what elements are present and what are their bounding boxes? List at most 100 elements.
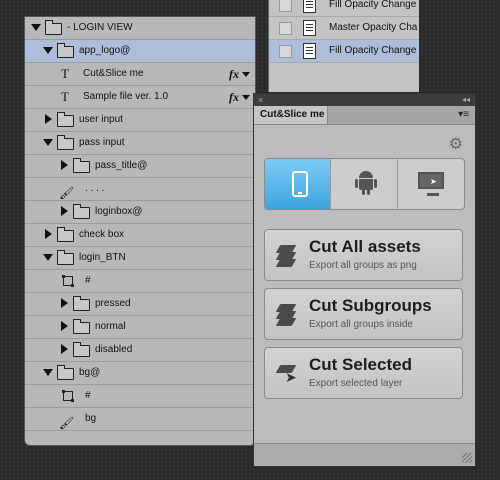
brush-icon: 🖌 [59, 416, 75, 430]
cut-slice-panel: × ◂◂ Cut&Slice me ▾≡ ⚙ ➤ Cut All assets … [253, 93, 476, 467]
folder-icon [73, 342, 90, 357]
layer-label: bg@ [79, 367, 101, 378]
layer-label: Cut&Slice me [83, 68, 144, 79]
expand-arrow-icon[interactable] [43, 47, 53, 54]
folder-icon [57, 365, 74, 380]
folder-icon [73, 158, 90, 173]
history-checkbox[interactable] [279, 45, 292, 58]
panel-menu-icon[interactable]: ▾≡ [458, 109, 469, 120]
history-checkbox[interactable] [279, 0, 292, 12]
document-icon [303, 43, 316, 59]
slice-icon [62, 275, 74, 287]
layer-group-login-view[interactable]: - LOGIN VIEW [25, 17, 255, 40]
fx-dropdown-icon[interactable] [242, 95, 250, 100]
expand-arrow-icon[interactable] [61, 298, 68, 308]
folder-icon [73, 296, 90, 311]
cut-button-title: Cut Selected [309, 355, 412, 374]
expand-arrow-icon[interactable] [43, 369, 53, 376]
text-layer-icon: T [61, 89, 69, 104]
cut-all-assets-button[interactable]: Cut All assets Export all groups as png [264, 229, 463, 281]
cut-subgroups-button[interactable]: Cut Subgroups Export all groups inside [264, 288, 463, 340]
platform-android-button[interactable] [331, 159, 398, 209]
gear-icon[interactable]: ⚙ [449, 134, 463, 154]
cut-button-subtitle: Export all groups inside [309, 319, 413, 330]
cut-button-title: Cut All assets [309, 237, 421, 256]
cut-button-title: Cut Subgroups [309, 296, 432, 315]
expand-arrow-icon[interactable] [61, 160, 68, 170]
layer-group-login-btn[interactable]: login_BTN [25, 247, 255, 270]
layer-group-bg[interactable]: bg@ [25, 362, 255, 385]
platform-selector: ➤ [264, 158, 465, 210]
folder-icon [57, 250, 74, 265]
history-label: Fill Opacity Change [329, 45, 417, 56]
layer-shape-dots[interactable]: 🖌 . . . . [25, 178, 255, 201]
collapse-icon[interactable]: ◂◂ [462, 94, 470, 106]
layer-label: check box [79, 229, 125, 240]
layer-group-check-box[interactable]: check box [25, 224, 255, 247]
monitor-icon: ➤ [418, 172, 444, 196]
layer-group-pressed[interactable]: pressed [25, 293, 255, 316]
layer-label: # [85, 275, 91, 286]
folder-icon [57, 135, 74, 150]
folder-icon [57, 43, 74, 58]
tab-cut-slice-me[interactable]: Cut&Slice me [254, 106, 328, 124]
layer-label: disabled [95, 344, 133, 355]
cut-selected-button[interactable]: ➤ Cut Selected Export selected layer [264, 347, 463, 399]
layer-label: Sample file ver. 1.0 [83, 91, 169, 102]
layer-label: login_BTN [79, 252, 126, 263]
layer-label: app_logo@ [79, 45, 131, 56]
layer-group-pass-title[interactable]: pass_title@ [25, 155, 255, 178]
layer-label: # [85, 390, 91, 401]
layer-group-disabled[interactable]: disabled [25, 339, 255, 362]
folder-icon [45, 20, 62, 35]
expand-arrow-icon[interactable] [45, 229, 52, 239]
expand-arrow-icon[interactable] [43, 254, 53, 261]
fx-dropdown-icon[interactable] [242, 72, 250, 77]
layers-stack-icon [275, 302, 299, 326]
layer-group-loginbox[interactable]: loginbox@ [25, 201, 255, 224]
layer-text-sample[interactable]: T Sample file ver. 1.0 fx [25, 86, 255, 109]
expand-arrow-icon[interactable] [61, 344, 68, 354]
platform-ios-button[interactable] [265, 159, 331, 209]
layer-group-user-input[interactable]: user input [25, 109, 255, 132]
panel-title-bar[interactable]: × ◂◂ [254, 94, 475, 106]
history-row[interactable]: Fill Opacity Change [269, 0, 419, 17]
expand-arrow-icon[interactable] [31, 24, 41, 31]
history-row[interactable]: Master Opacity Cha [269, 17, 419, 40]
android-icon [355, 171, 377, 195]
layer-shape-bg[interactable]: 🖌 bg [25, 408, 255, 431]
layer-text-cut-slice[interactable]: T Cut&Slice me fx [25, 63, 255, 86]
expand-arrow-icon[interactable] [43, 139, 53, 146]
history-row[interactable]: Fill Opacity Change [269, 40, 419, 63]
layer-label: pass_title@ [95, 160, 148, 171]
layer-slice-hash[interactable]: # [25, 270, 255, 293]
layers-panel: - LOGIN VIEW app_logo@ T Cut&Slice me fx… [24, 16, 256, 446]
folder-icon [57, 227, 74, 242]
folder-icon [73, 319, 90, 334]
layer-group-normal[interactable]: normal [25, 316, 255, 339]
text-layer-icon: T [61, 66, 69, 81]
resize-grip-icon[interactable] [462, 453, 472, 463]
phone-icon [292, 171, 308, 197]
history-panel: Fill Opacity Change Master Opacity Cha F… [268, 0, 419, 92]
expand-arrow-icon[interactable] [45, 114, 52, 124]
layer-group-app-logo[interactable]: app_logo@ [25, 40, 255, 63]
platform-desktop-button[interactable]: ➤ [398, 159, 464, 209]
panel-footer [254, 443, 475, 466]
slice-icon [62, 390, 74, 402]
selected-layer-cursor-icon: ➤ [275, 361, 299, 385]
layer-group-pass-input[interactable]: pass input [25, 132, 255, 155]
folder-icon [57, 112, 74, 127]
cut-button-subtitle: Export selected layer [309, 378, 403, 389]
expand-arrow-icon[interactable] [61, 321, 68, 331]
folder-icon [73, 204, 90, 219]
layer-label: pass input [79, 137, 125, 148]
layer-slice-hash-bg[interactable]: # [25, 385, 255, 408]
fx-icon[interactable]: fx [229, 63, 239, 85]
layer-label: normal [95, 321, 126, 332]
expand-arrow-icon[interactable] [61, 206, 68, 216]
layer-label: user input [79, 114, 123, 125]
fx-icon[interactable]: fx [229, 86, 239, 108]
close-icon[interactable]: × [258, 94, 263, 106]
history-checkbox[interactable] [279, 22, 292, 35]
